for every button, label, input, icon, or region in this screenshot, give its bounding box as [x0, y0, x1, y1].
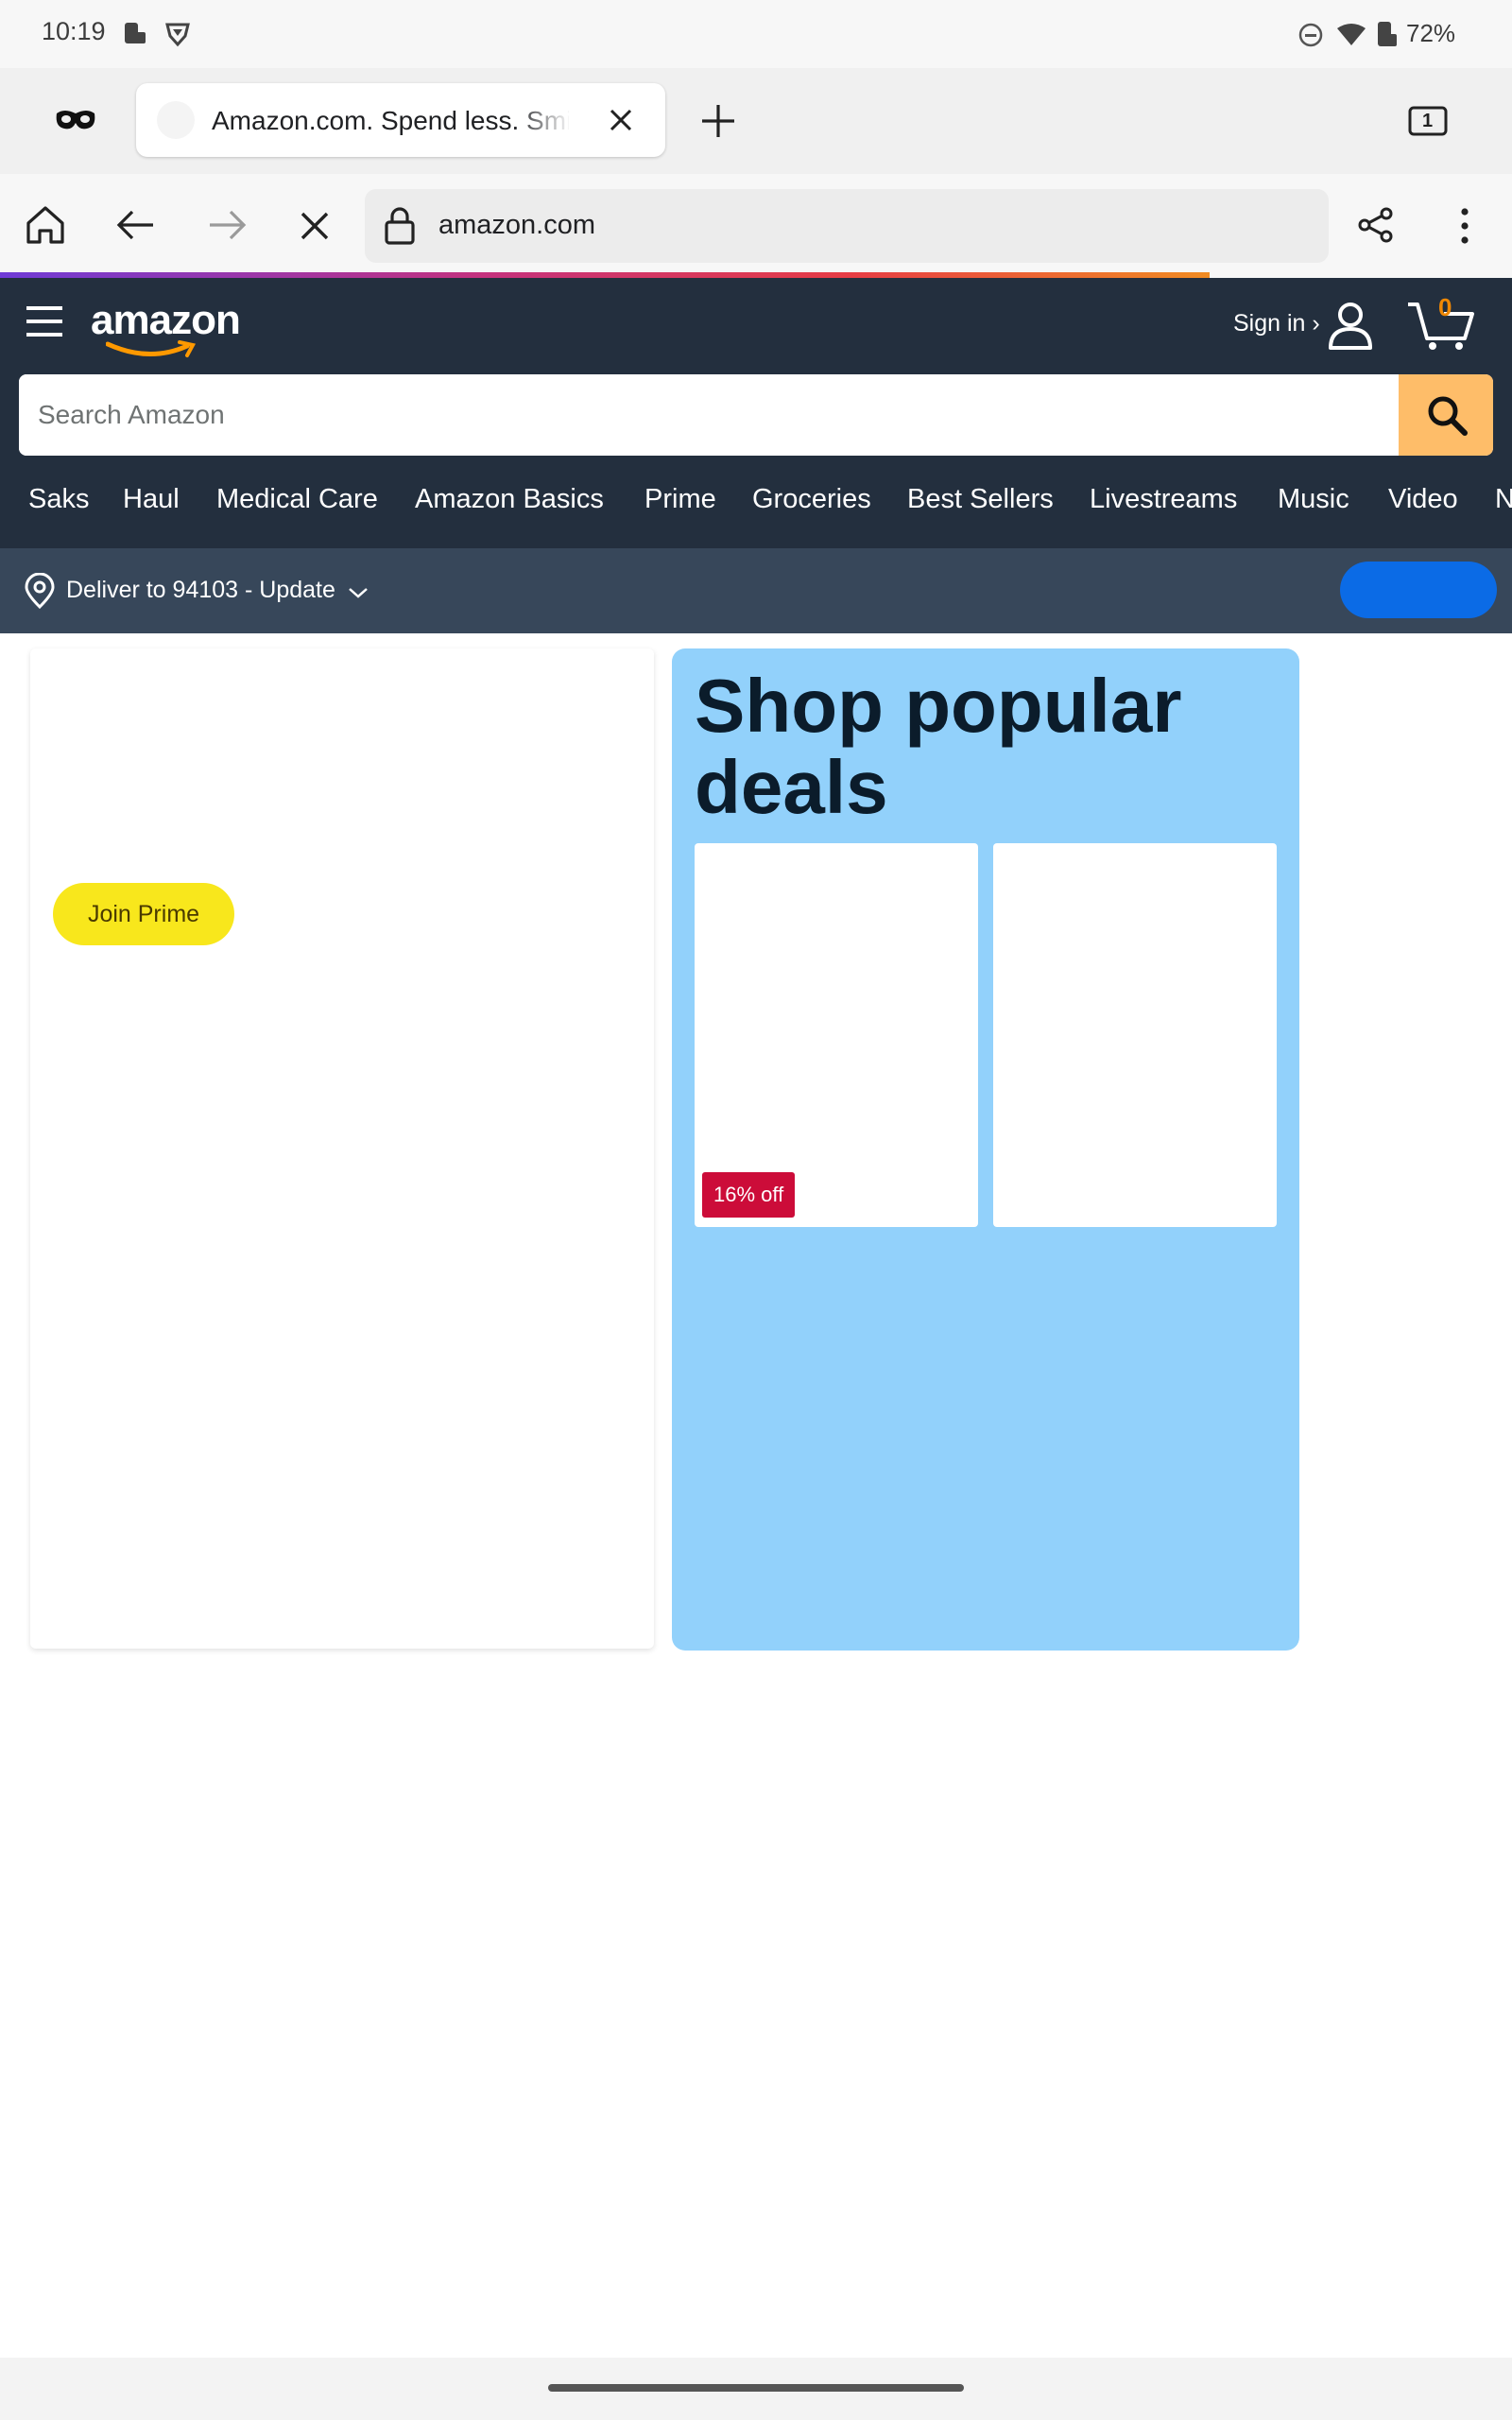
url-bar[interactable]: amazon.com — [365, 189, 1329, 263]
forward-arrow-icon[interactable] — [206, 208, 248, 242]
tab-title-fade — [514, 93, 571, 147]
close-tab-icon[interactable] — [605, 104, 637, 136]
tab-switcher-button[interactable]: 1 — [1408, 106, 1448, 136]
share-icon[interactable] — [1357, 206, 1395, 244]
hamburger-menu-icon[interactable] — [25, 304, 64, 338]
deliver-to-text[interactable]: Deliver to 94103 - Update — [66, 577, 335, 604]
back-arrow-icon[interactable] — [115, 208, 157, 242]
discount-badge: 16% off — [702, 1172, 796, 1218]
nav-item-amazon-basics[interactable]: Amazon Basics — [415, 484, 604, 515]
category-nav: Saks Haul Medical Care Amazon Basics Pri… — [0, 475, 1512, 531]
nav-item-more[interactable]: N — [1495, 484, 1512, 515]
prime-card: Join Prime — [30, 648, 654, 1649]
battery-percent: 72% — [1406, 19, 1456, 47]
browser-toolbar: amazon.com — [0, 174, 1512, 278]
lock-icon[interactable] — [384, 206, 416, 246]
status-bar: 10:19 72% — [0, 0, 1512, 68]
tab-favicon-icon — [157, 101, 195, 139]
search-input[interactable] — [19, 374, 1399, 456]
active-tab[interactable]: Amazon.com. Spend less. Smile more. — [136, 83, 665, 157]
stop-loading-icon[interactable] — [299, 210, 331, 242]
nav-item-medical-care[interactable]: Medical Care — [216, 484, 378, 515]
account-user-icon[interactable] — [1327, 301, 1374, 350]
tab-strip: Amazon.com. Spend less. Smile more. 1 — [0, 68, 1512, 174]
nav-item-video[interactable]: Video — [1388, 484, 1458, 515]
battery-icon — [1374, 19, 1399, 49]
status-time: 10:19 — [42, 17, 106, 45]
deal-tile[interactable]: 16% off — [695, 843, 978, 1227]
nav-item-livestreams[interactable]: Livestreams — [1090, 484, 1237, 515]
deliver-bar[interactable]: Deliver to 94103 - Update — [0, 548, 1512, 633]
amazon-header: amazon Sign in › 0 Saks Haul Medical Car… — [0, 278, 1512, 548]
lock-notification-icon — [123, 21, 147, 47]
new-tab-icon[interactable] — [699, 102, 737, 140]
amazon-logo[interactable]: amazon — [91, 297, 241, 344]
amazon-smile-icon — [106, 340, 197, 361]
tab-count: 1 — [1422, 111, 1434, 131]
join-prime-button[interactable]: Join Prime — [53, 883, 234, 945]
nav-item-saks[interactable]: Saks — [28, 484, 89, 515]
nav-item-groceries[interactable]: Groceries — [752, 484, 871, 515]
wifi-icon — [1336, 23, 1366, 47]
deals-card: Shop popular deals 16% off — [672, 648, 1299, 1651]
gesture-home-handle[interactable] — [548, 2384, 964, 2392]
search-box — [19, 374, 1493, 456]
nav-item-prime[interactable]: Prime — [644, 484, 716, 515]
shield-notification-icon — [164, 21, 191, 47]
system-nav-bar — [0, 2358, 1512, 2420]
deal-tile[interactable] — [993, 843, 1277, 1227]
search-icon — [1425, 393, 1469, 437]
chevron-down-icon — [348, 586, 369, 599]
do-not-disturb-icon — [1298, 23, 1323, 47]
deals-title[interactable]: Shop popular deals — [695, 666, 1262, 828]
nav-item-best-sellers[interactable]: Best Sellers — [907, 484, 1054, 515]
location-pin-icon — [25, 573, 55, 609]
url-text[interactable]: amazon.com — [438, 210, 595, 241]
more-options-icon[interactable] — [1457, 206, 1472, 246]
home-icon[interactable] — [25, 204, 66, 246]
nav-item-music[interactable]: Music — [1278, 484, 1349, 515]
search-button[interactable] — [1399, 374, 1493, 456]
promo-pill-button[interactable] — [1340, 562, 1497, 618]
nav-item-haul[interactable]: Haul — [123, 484, 180, 515]
incognito-mask-icon[interactable] — [55, 108, 96, 132]
sign-in-link[interactable]: Sign in › — [1233, 310, 1320, 337]
cart-count: 0 — [1438, 293, 1452, 321]
